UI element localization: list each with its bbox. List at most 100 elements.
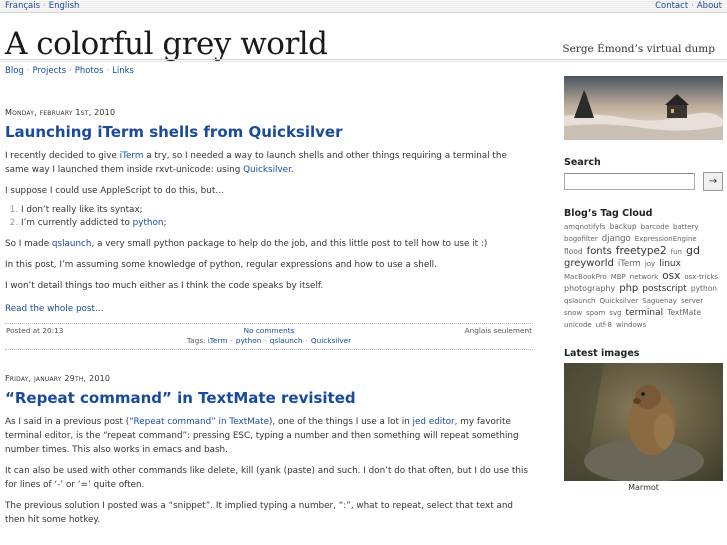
tag-cloud-item[interactable]: linux [659,258,681,270]
about-link[interactable]: About [697,1,722,11]
post-tags: Tags: iTerm · python · qslaunch · Quicksilver [5,336,533,346]
tag-cloud-item[interactable]: snow [564,307,582,319]
image-caption: Marmot [628,483,659,492]
read-more-link[interactable]: Read the whole post… [5,302,533,316]
python-link[interactable]: python [133,218,164,228]
reasons-list: I don’t really like its syntax; I’m curr… [21,204,533,230]
tag-cloud-item[interactable]: unicode [564,319,592,331]
tag-cloud-item[interactable]: fonts [587,246,612,258]
tag-cloud-item[interactable]: osx-tricks [684,271,718,283]
tag-cloud-item[interactable]: windows [616,319,646,331]
blog-post: Monday, february 1st, 2010 Launching iTe… [5,106,533,350]
tag-cloud-item[interactable]: python [691,283,717,295]
nav-blog[interactable]: Blog [5,66,24,76]
tag-link[interactable]: iTerm [208,336,228,345]
tag-link[interactable]: python [236,336,262,345]
tag-cloud-item[interactable]: flood [564,246,583,258]
post-meta: Posted at 20:13 No comments Anglais seul… [5,323,533,350]
list-item: I don’t really like its syntax; [21,204,533,217]
iterm-link[interactable]: iTerm [120,151,144,161]
tag-cloud-item[interactable]: greyworld [564,258,614,270]
tag-cloud-item[interactable]: Quicksilver [599,295,638,307]
nav-projects[interactable]: Projects [33,66,67,76]
tag-cloud-item[interactable]: qslaunch [564,295,595,307]
tag-cloud-item[interactable]: postscript [642,283,687,295]
text: ; [163,218,167,228]
post-date: Monday, february 1st, 2010 [5,108,116,117]
text: , a very small python package to help do… [91,239,488,249]
tag-cloud-item[interactable]: barcode [641,221,669,233]
text: I recently decided to give [5,151,120,161]
tag-cloud-item[interactable]: utf-8 [596,319,612,331]
tag-cloud-item[interactable]: Saguenay [642,295,677,307]
post-paragraph: In this post, I’m assuming some knowledg… [5,260,437,270]
tag-cloud-item[interactable]: TextMate [667,307,701,319]
tag-cloud-item[interactable]: bogofilter [564,233,598,245]
list-item: I’m currently addicted to python; [21,217,533,230]
post-paragraph: I won’t detail things too much either as… [5,281,324,291]
site-title[interactable]: A colorful grey world [5,24,328,64]
separator: · [264,336,267,345]
tag-cloud-item[interactable]: terminal [626,307,664,319]
marmot-photo[interactable] [564,363,723,481]
search-form: → [564,172,723,191]
text: As I said in a previous post ( [5,417,130,427]
lang-french-link[interactable]: Français [5,1,40,11]
nav-photos[interactable]: Photos [75,66,104,76]
previous-post-link[interactable]: “Repeat command” in TextMate [129,417,269,427]
tag-cloud-item[interactable]: MacBookPro [564,271,607,283]
tag-link[interactable]: qslaunch [270,336,303,345]
blog-post: Friday, january 29th, 2010 “Repeat comma… [5,372,533,527]
tag-cloud-item[interactable]: battery [673,221,699,233]
separator: · [106,66,110,76]
tag-cloud-item[interactable]: fun [671,246,682,258]
sidebar: Search → Blog’s Tag Cloud amqnotifyfs bac… [564,76,723,492]
tag-cloud-item[interactable]: freetype2 [616,245,667,257]
tag-cloud-item[interactable]: MBP [611,271,626,283]
header-photo [564,76,723,140]
tag-cloud-item[interactable]: iTerm [618,258,641,270]
post-paragraph: As I said in a previous post (“Repeat co… [5,415,533,457]
contact-link[interactable]: Contact [655,1,688,11]
tag-cloud-item[interactable]: photography [564,283,615,295]
tag-cloud-item[interactable]: joy [645,258,655,270]
separator: · [69,66,72,76]
tag-link[interactable]: Quicksilver [311,336,351,345]
tag-cloud-item[interactable]: backup [610,221,637,233]
tags-label: Tags: [186,336,208,345]
lang-english-link[interactable]: English [49,1,80,11]
site-tagline: Serge Émond’s virtual dump [562,43,715,55]
tag-cloud-item[interactable]: network [630,271,658,283]
language-switcher: Français · English [5,0,79,12]
separator: · [230,336,233,345]
tag-cloud-item[interactable]: gd [686,245,700,257]
separator: · [691,1,694,11]
comments-link[interactable]: No comments [244,326,295,335]
post-paragraph: I recently decided to give iTerm a try, … [5,149,533,177]
quicksilver-link[interactable]: Quicksilver [243,165,291,175]
tag-cloud-item[interactable]: django [602,233,631,245]
text: . [290,165,294,175]
nav-links[interactable]: Links [112,66,134,76]
tag-cloud-item[interactable]: server [681,295,703,307]
post-paragraph: I suppose I could use AppleScript to do … [5,186,225,196]
post-title[interactable]: Launching iTerm shells from Quicksilver [5,122,533,142]
qslaunch-link[interactable]: qslaunch [52,239,92,249]
tag-cloud-item[interactable]: osx [662,270,680,282]
post-title[interactable]: “Repeat command” in TextMate revisited [5,388,533,408]
jed-editor-link[interactable]: jed editor [413,417,455,427]
text: So I made [5,239,52,249]
latest-images-heading: Latest images [564,348,640,359]
search-input[interactable] [564,173,695,190]
language-note: Anglais seulement [464,326,532,335]
tag-cloud-item[interactable]: php [619,283,638,295]
separator: · [26,66,30,76]
main-content: Monday, february 1st, 2010 Launching iTe… [5,106,533,527]
separator: · [305,336,308,345]
tag-cloud-item[interactable]: svg [609,307,621,319]
text: I’m currently addicted to [21,218,133,228]
tag-cloud-item[interactable]: spam [586,307,605,319]
tag-cloud-item[interactable]: amqnotifyfs [564,221,606,233]
search-button[interactable]: → [703,172,723,191]
top-links: Contact · About [655,0,722,12]
